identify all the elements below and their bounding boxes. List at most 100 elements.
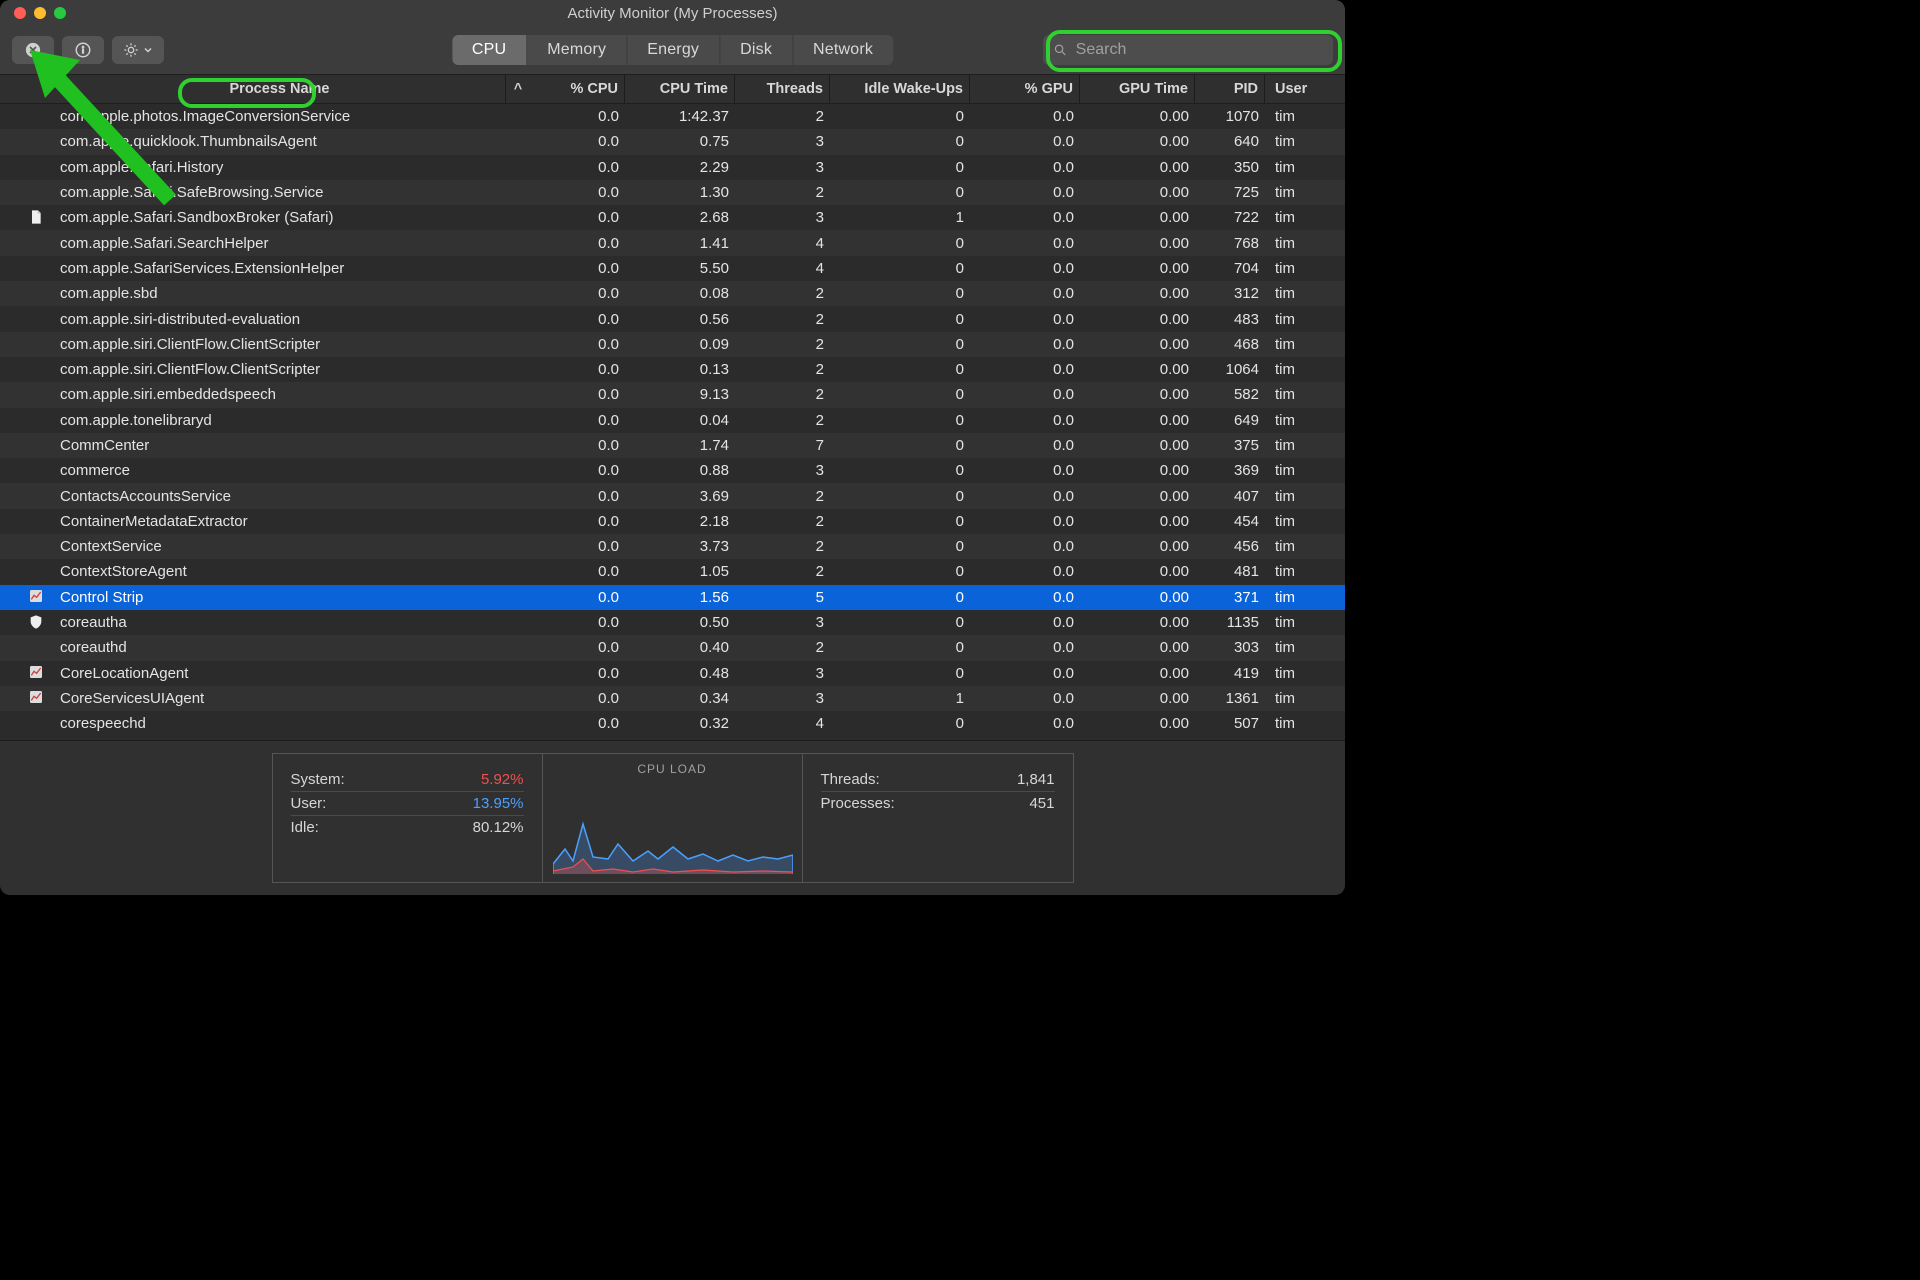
cell-pid: 350 — [1195, 159, 1265, 176]
cell-pid: 582 — [1195, 386, 1265, 403]
cell-idle-wakeups: 0 — [830, 513, 970, 530]
cell-user: tim — [1265, 386, 1345, 403]
table-row[interactable]: com.apple.Safari.SandboxBroker (Safari)0… — [0, 205, 1345, 230]
table-row[interactable]: ContextService0.03.73200.00.00456tim — [0, 534, 1345, 559]
options-button[interactable] — [112, 36, 164, 64]
close-window-icon[interactable] — [14, 7, 26, 19]
table-row[interactable]: com.apple.siri-distributed-evaluation0.0… — [0, 306, 1345, 331]
cell-gpu: 0.0 — [970, 488, 1080, 505]
header-cpu[interactable]: % CPU — [530, 75, 625, 103]
cell-pid: 704 — [1195, 260, 1265, 277]
cell-cpu: 0.0 — [530, 437, 625, 454]
threads-count: 1,841 — [1017, 771, 1055, 788]
cell-cpu: 0.0 — [530, 412, 625, 429]
stop-process-button[interactable] — [12, 36, 54, 64]
gear-icon — [123, 42, 139, 58]
cell-threads: 5 — [735, 589, 830, 606]
tab-cpu[interactable]: CPU — [452, 35, 527, 65]
cell-user: tim — [1265, 412, 1345, 429]
tab-energy[interactable]: Energy — [627, 35, 720, 65]
inspect-process-button[interactable] — [62, 36, 104, 64]
column-headers: Process Name ^ % CPU CPU Time Threads Id… — [0, 74, 1345, 104]
cell-idle-wakeups: 0 — [830, 386, 970, 403]
tab-memory[interactable]: Memory — [527, 35, 627, 65]
table-row[interactable]: Control Strip0.01.56500.00.00371tim — [0, 585, 1345, 610]
cell-pid: 483 — [1195, 311, 1265, 328]
table-row[interactable]: commerce0.00.88300.00.00369tim — [0, 458, 1345, 483]
cell-threads: 2 — [735, 538, 830, 555]
header-pid[interactable]: PID — [1195, 75, 1265, 103]
cell-gpu-time: 0.00 — [1080, 260, 1195, 277]
cell-gpu-time: 0.00 — [1080, 665, 1195, 682]
cell-gpu-time: 0.00 — [1080, 462, 1195, 479]
table-row[interactable]: ContextStoreAgent0.01.05200.00.00481tim — [0, 559, 1345, 584]
table-row[interactable]: coreauthd0.00.40200.00.00303tim — [0, 635, 1345, 660]
header-cpu-time[interactable]: CPU Time — [625, 75, 735, 103]
tab-disk[interactable]: Disk — [720, 35, 793, 65]
table-row[interactable]: com.apple.quicklook.ThumbnailsAgent0.00.… — [0, 129, 1345, 154]
search-field[interactable] — [1043, 35, 1333, 65]
cell-idle-wakeups: 0 — [830, 412, 970, 429]
table-row[interactable]: com.apple.Safari.History0.02.29300.00.00… — [0, 155, 1345, 180]
cell-cpu-time: 3.69 — [625, 488, 735, 505]
cell-user: tim — [1265, 260, 1345, 277]
tab-network[interactable]: Network — [793, 35, 893, 65]
table-row[interactable]: CommCenter0.01.74700.00.00375tim — [0, 433, 1345, 458]
sort-ascending-icon[interactable]: ^ — [506, 81, 530, 97]
cell-cpu: 0.0 — [530, 209, 625, 226]
cell-cpu-time: 3.73 — [625, 538, 735, 555]
header-user[interactable]: User — [1265, 81, 1345, 97]
cell-idle-wakeups: 0 — [830, 614, 970, 631]
process-table[interactable]: com.apple.photos.ImageConversionService 0… — [0, 104, 1345, 740]
zoom-window-icon[interactable] — [54, 7, 66, 19]
minimize-window-icon[interactable] — [34, 7, 46, 19]
process-name: Control Strip — [60, 589, 143, 606]
cell-cpu-time: 0.13 — [625, 361, 735, 378]
cell-gpu: 0.0 — [970, 235, 1080, 252]
table-row[interactable]: com.apple.SafariServices.ExtensionHelper… — [0, 256, 1345, 281]
cell-gpu: 0.0 — [970, 715, 1080, 732]
cell-gpu-time: 0.00 — [1080, 361, 1195, 378]
cell-cpu-time: 0.48 — [625, 665, 735, 682]
table-row[interactable]: CoreServicesUIAgent0.00.34310.00.001361t… — [0, 686, 1345, 711]
cell-cpu-time: 0.34 — [625, 690, 735, 707]
header-threads[interactable]: Threads — [735, 75, 830, 103]
cell-gpu-time: 0.00 — [1080, 235, 1195, 252]
cell-cpu: 0.0 — [530, 133, 625, 150]
cell-cpu-time: 0.50 — [625, 614, 735, 631]
table-row[interactable]: CoreLocationAgent0.00.48300.00.00419tim — [0, 661, 1345, 686]
view-tabs: CPU Memory Energy Disk Network — [452, 35, 893, 65]
table-row[interactable]: com.apple.Safari.SearchHelper0.01.41400.… — [0, 230, 1345, 255]
table-row[interactable]: com.apple.photos.ImageConversionService0… — [0, 104, 1345, 129]
process-name: CommCenter — [60, 437, 149, 454]
cell-cpu-time: 2.29 — [625, 159, 735, 176]
table-row[interactable]: com.apple.Safari.SafeBrowsing.Service0.0… — [0, 180, 1345, 205]
header-gpu-time[interactable]: GPU Time — [1080, 75, 1195, 103]
table-row[interactable]: com.apple.sbd0.00.08200.00.00312tim — [0, 281, 1345, 306]
process-icon — [28, 589, 46, 606]
cell-gpu: 0.0 — [970, 614, 1080, 631]
table-row[interactable]: corespeechd0.00.32400.00.00507tim — [0, 711, 1345, 736]
cell-cpu: 0.0 — [530, 285, 625, 302]
cell-pid: 1064 — [1195, 361, 1265, 378]
table-row[interactable]: com.apple.tonelibraryd0.00.04200.00.0064… — [0, 408, 1345, 433]
table-row[interactable]: ContainerMetadataExtractor0.02.18200.00.… — [0, 509, 1345, 534]
table-row[interactable]: com.apple.siri.embeddedspeech0.09.13200.… — [0, 382, 1345, 407]
header-process-name[interactable]: Process Name — [0, 75, 506, 103]
cell-gpu-time: 0.00 — [1080, 184, 1195, 201]
cell-cpu-time: 0.88 — [625, 462, 735, 479]
header-gpu[interactable]: % GPU — [970, 75, 1080, 103]
cell-pid: 640 — [1195, 133, 1265, 150]
process-name: com.apple.photos.ImageConversionService — [60, 108, 350, 125]
header-idle-wakeups[interactable]: Idle Wake-Ups — [830, 75, 970, 103]
table-row[interactable]: coreautha0.00.50300.00.001135tim — [0, 610, 1345, 635]
cell-cpu-time: 1.74 — [625, 437, 735, 454]
cell-threads: 2 — [735, 488, 830, 505]
table-row[interactable]: com.apple.siri.ClientFlow.ClientScripter… — [0, 332, 1345, 357]
table-row[interactable]: ContactsAccountsService0.03.69200.00.004… — [0, 483, 1345, 508]
search-input[interactable] — [1076, 41, 1323, 59]
cell-user: tim — [1265, 462, 1345, 479]
table-row[interactable]: com.apple.siri.ClientFlow.ClientScripter… — [0, 357, 1345, 382]
cell-idle-wakeups: 0 — [830, 715, 970, 732]
cell-pid: 468 — [1195, 336, 1265, 353]
